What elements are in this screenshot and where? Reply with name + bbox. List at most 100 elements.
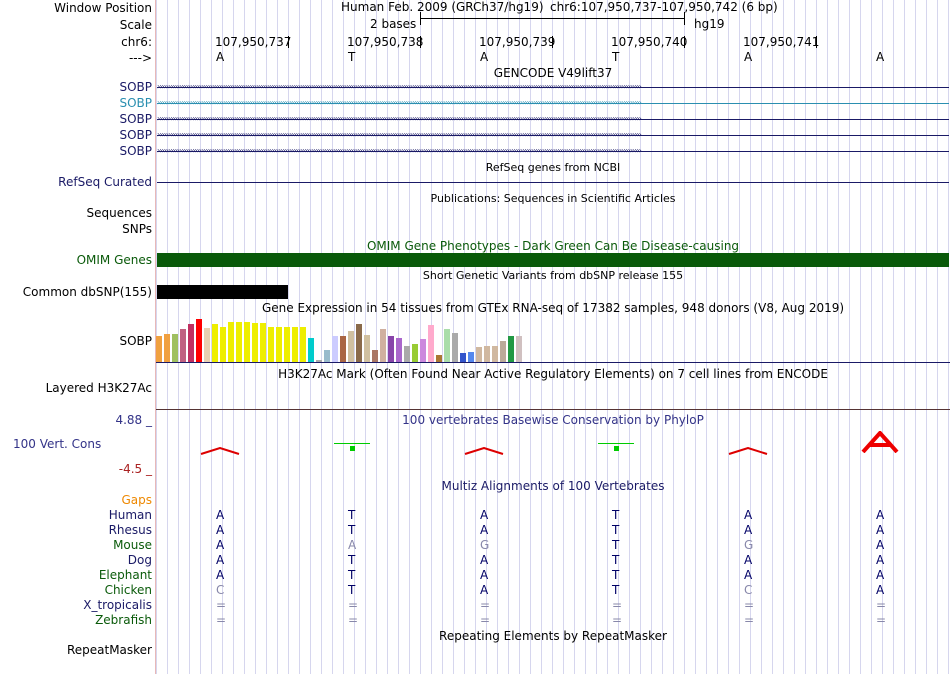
gtex-tissue-bar[interactable] [172, 334, 178, 362]
gtex-tissue-bar[interactable] [468, 352, 474, 362]
gtex-tissue-bar[interactable] [244, 322, 250, 362]
dbsnp-track-title[interactable]: Short Genetic Variants from dbSNP releas… [156, 269, 950, 283]
multiz-species-label[interactable]: Dog [0, 553, 152, 567]
gtex-tissue-bar[interactable] [340, 336, 346, 362]
gtex-tissue-bar[interactable] [420, 339, 426, 362]
multiz-base: = [744, 598, 755, 612]
gtex-tissue-bar[interactable] [380, 329, 386, 362]
gtex-tissue-bar[interactable] [196, 319, 202, 362]
chrom-label: chr6: [121, 35, 152, 49]
gtex-tissue-bar[interactable] [204, 328, 210, 362]
omim-gene-bar[interactable] [157, 253, 949, 267]
gtex-tissue-bar[interactable] [476, 347, 482, 362]
gtex-tissue-bar[interactable] [308, 338, 314, 362]
publications-track-title[interactable]: Publications: Sequences in Scientific Ar… [156, 192, 950, 206]
gtex-tissue-bar[interactable] [332, 336, 338, 362]
multiz-species-label[interactable]: Human [0, 508, 152, 522]
omim-track-title[interactable]: OMIM Gene Phenotypes - Dark Green Can Be… [156, 239, 950, 253]
multiz-species-label[interactable]: Chicken [0, 583, 152, 597]
reference-base: A [480, 50, 489, 64]
dbsnp-variant-bar[interactable] [157, 285, 288, 299]
omim-label[interactable]: OMIM Genes [0, 253, 152, 267]
multiz-track-title[interactable]: Multiz Alignments of 100 Vertebrates [156, 479, 950, 493]
gtex-tissue-bar[interactable] [500, 341, 506, 362]
repeatmasker-label[interactable]: RepeatMasker [0, 643, 152, 657]
gtex-tissue-bar[interactable] [372, 350, 378, 362]
gtex-tissue-bar[interactable] [460, 353, 466, 362]
repeatmasker-track-title[interactable]: Repeating Elements by RepeatMasker [156, 629, 950, 643]
sequences-label[interactable]: Sequences [0, 206, 152, 220]
gtex-tissue-bar[interactable] [444, 329, 450, 362]
multiz-species-label[interactable]: Rhesus [0, 523, 152, 537]
gtex-tissue-bar[interactable] [412, 344, 418, 362]
gtex-tissue-bar[interactable] [220, 327, 226, 362]
gtex-tissue-bar[interactable] [404, 346, 410, 362]
multiz-base: A [876, 538, 885, 552]
coordinate-tick [816, 36, 817, 48]
gtex-tissue-bar[interactable] [180, 329, 186, 362]
multiz-base: = [348, 613, 359, 627]
gtex-tissue-bar[interactable] [348, 331, 354, 362]
multiz-species-label[interactable]: X_tropicalis [0, 598, 152, 612]
gtex-tissue-bar[interactable] [436, 355, 442, 362]
gtex-tissue-bar[interactable] [324, 350, 330, 362]
multiz-species-label[interactable]: Elephant [0, 568, 152, 582]
gtex-tissue-bar[interactable] [356, 324, 362, 362]
gtex-tissue-bar[interactable] [484, 346, 490, 362]
gtex-tissue-bar[interactable] [388, 336, 394, 362]
multiz-base: T [612, 553, 620, 567]
phylop-mark [200, 444, 240, 455]
gtex-tissue-bar[interactable] [188, 324, 194, 362]
refseq-gene-line[interactable] [157, 182, 949, 183]
coordinate-label: 107,950,740 [611, 35, 688, 49]
gencode-transcript-label[interactable]: SOBP [0, 128, 152, 142]
gtex-tissue-bar[interactable] [364, 335, 370, 362]
gtex-tissue-bar[interactable] [300, 327, 306, 362]
snps-label[interactable]: SNPs [0, 222, 152, 236]
gtex-track-title[interactable]: Gene Expression in 54 tissues from GTEx … [156, 301, 950, 315]
gtex-tissue-bar[interactable] [452, 333, 458, 362]
gtex-tissue-bar[interactable] [252, 323, 258, 362]
h3k27ac-track-title[interactable]: H3K27Ac Mark (Often Found Near Active Re… [156, 367, 950, 381]
gencode-transcript-label[interactable]: SOBP [0, 96, 152, 110]
gtex-tissue-bar[interactable] [508, 336, 514, 362]
gencode-track-title[interactable]: GENCODE V49lift37 [156, 66, 950, 80]
multiz-base: A [876, 568, 885, 582]
gtex-tissue-bar[interactable] [236, 322, 242, 362]
gtex-tissue-bar[interactable] [428, 325, 434, 362]
coordinate-label: 107,950,739 [479, 35, 556, 49]
multiz-base: A [744, 568, 753, 582]
gtex-tissue-bar[interactable] [516, 336, 522, 362]
dbsnp-label[interactable]: Common dbSNP(155) [0, 285, 152, 299]
multiz-base: T [348, 583, 356, 597]
gtex-tissue-bar[interactable] [284, 327, 290, 362]
gtex-tissue-bar[interactable] [492, 346, 498, 362]
multiz-base: A [216, 553, 225, 567]
multiz-base: A [216, 538, 225, 552]
gtex-tissue-bar[interactable] [228, 322, 234, 362]
refseq-track-title[interactable]: RefSeq genes from NCBI [156, 161, 950, 175]
h3k27ac-label[interactable]: Layered H3K27Ac [0, 381, 152, 395]
gtex-tissue-bar[interactable] [156, 336, 162, 362]
gencode-transcript-label[interactable]: SOBP [0, 80, 152, 94]
gtex-tissue-bar[interactable] [268, 327, 274, 362]
gtex-bar-chart[interactable] [156, 315, 536, 362]
refseq-label[interactable]: RefSeq Curated [0, 175, 152, 189]
gtex-tissue-bar[interactable] [164, 334, 170, 362]
gtex-tissue-bar[interactable] [292, 327, 298, 362]
gtex-tissue-bar[interactable] [212, 324, 218, 362]
gtex-tissue-bar[interactable] [396, 338, 402, 362]
multiz-base: T [612, 538, 620, 552]
cons-track-title[interactable]: 100 vertebrates Basewise Conservation by… [156, 413, 950, 427]
gaps-label[interactable]: Gaps [0, 493, 152, 507]
multiz-base: G [480, 538, 490, 552]
gtex-gene-label[interactable]: SOBP [0, 334, 152, 348]
multiz-species-label[interactable]: Mouse [0, 538, 152, 552]
gencode-transcript-label[interactable]: SOBP [0, 144, 152, 158]
cons-label[interactable]: 100 Vert. Cons [13, 437, 101, 451]
multiz-species-label[interactable]: Zebrafish [0, 613, 152, 627]
gtex-tissue-bar[interactable] [260, 323, 266, 362]
gtex-tissue-bar[interactable] [276, 327, 282, 362]
multiz-base: = [612, 598, 623, 612]
gencode-transcript-label[interactable]: SOBP [0, 112, 152, 126]
